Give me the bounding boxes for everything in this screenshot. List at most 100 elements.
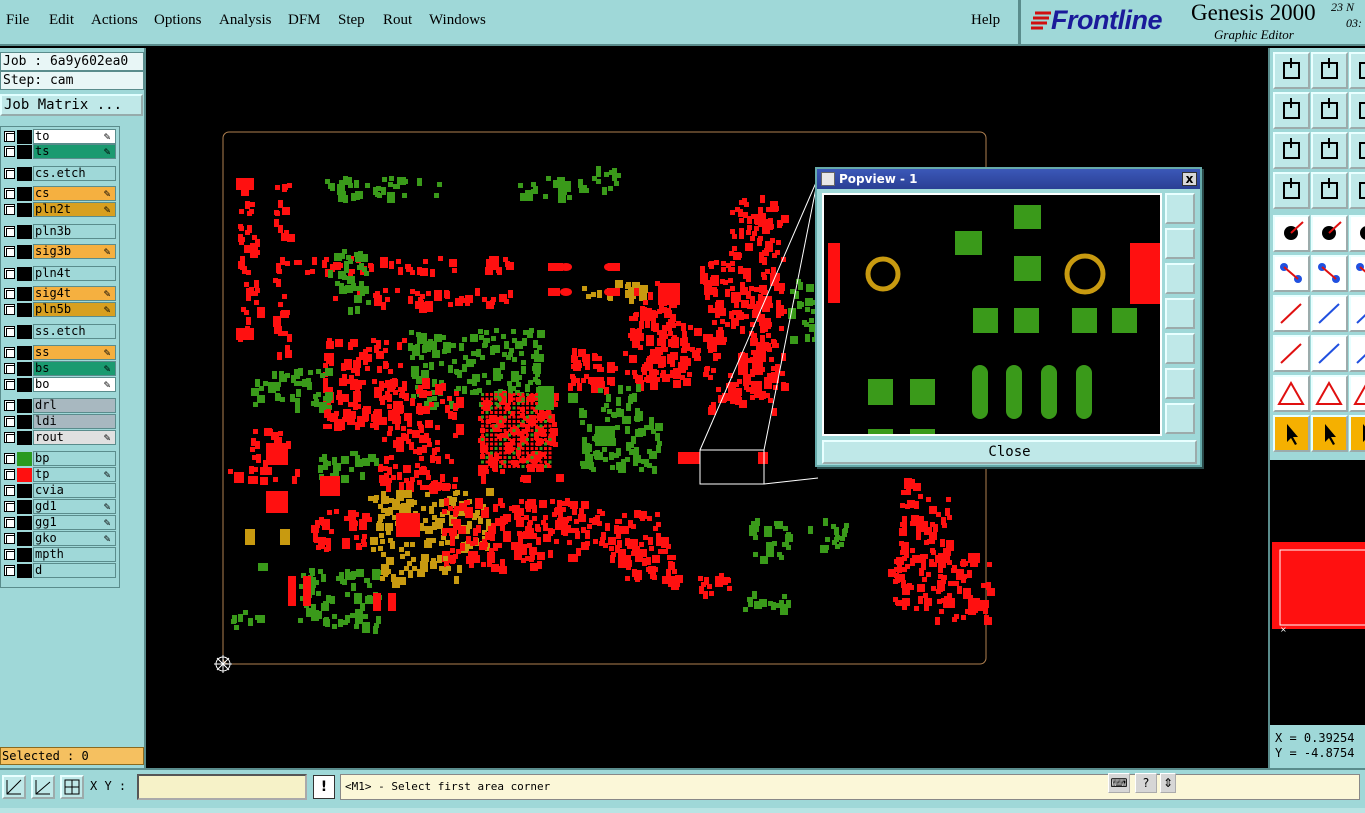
layer-checkbox[interactable]: [4, 347, 15, 358]
layer-row-drl[interactable]: drl: [1, 398, 118, 413]
pv-pan-down-icon[interactable]: [1165, 263, 1195, 294]
layer-checkbox[interactable]: [4, 432, 15, 443]
layer-name[interactable]: d: [33, 563, 116, 578]
layer-checkbox[interactable]: [4, 204, 15, 215]
window-menu-icon[interactable]: [821, 172, 835, 186]
pan-up-icon[interactable]: [1273, 52, 1310, 89]
popview-zoom-view[interactable]: [822, 193, 1162, 436]
layer-checkbox[interactable]: [4, 246, 15, 257]
triangle-2-icon[interactable]: [1311, 375, 1348, 412]
layer-checkbox[interactable]: [4, 501, 15, 512]
layer-checkbox[interactable]: [4, 485, 15, 496]
layer-color-swatch[interactable]: [17, 167, 32, 181]
grid-mode-icon[interactable]: [60, 775, 84, 799]
undo-view-icon[interactable]: [1349, 92, 1365, 129]
layer-checkbox[interactable]: [4, 268, 15, 279]
layer-row-sig3b[interactable]: sig3b ✎: [1, 244, 118, 259]
layer-color-swatch[interactable]: [17, 303, 32, 317]
layer-checkbox[interactable]: [4, 379, 15, 390]
layer-row-rout[interactable]: rout ✎: [1, 430, 118, 445]
tool-g-icon[interactable]: [1349, 335, 1365, 372]
layer-color-swatch[interactable]: [17, 378, 32, 392]
layer-checkbox[interactable]: [4, 549, 15, 560]
layer-checkbox[interactable]: [4, 188, 15, 199]
layer-checkbox[interactable]: [4, 453, 15, 464]
layer-row-ss[interactable]: ss ✎: [1, 345, 118, 360]
layer-color-swatch[interactable]: [17, 500, 32, 514]
layer-name[interactable]: ss.etch: [33, 324, 116, 339]
close-icon[interactable]: x: [1182, 172, 1197, 186]
layer-name[interactable]: ss ✎: [33, 345, 116, 360]
select-arrow-icon[interactable]: [1273, 415, 1310, 452]
layer-color-swatch[interactable]: [17, 225, 32, 239]
layer-name[interactable]: bp: [33, 451, 116, 466]
tool-h-icon[interactable]: [1349, 375, 1365, 412]
layer-name[interactable]: to ✎: [33, 129, 116, 144]
layer-name[interactable]: rout ✎: [33, 430, 116, 445]
menu-dfm[interactable]: DFM: [288, 12, 321, 29]
layer-row-cs[interactable]: cs ✎: [1, 186, 118, 201]
layer-color-swatch[interactable]: [17, 468, 32, 482]
layer-row-bs[interactable]: bs ✎: [1, 361, 118, 376]
layer-row-pln2t[interactable]: pln2t ✎: [1, 202, 118, 217]
layer-name[interactable]: pln5b ✎: [33, 302, 116, 317]
menu-analysis[interactable]: Analysis: [219, 12, 272, 29]
pv-pan-up-icon[interactable]: [1165, 228, 1195, 259]
zoom-fit-icon[interactable]: [1311, 132, 1348, 169]
menu-edit[interactable]: Edit: [49, 12, 74, 29]
job-matrix-button[interactable]: Job Matrix ...: [0, 94, 143, 116]
overview-map[interactable]: ×: [1268, 460, 1365, 725]
keyboard-icon[interactable]: ⌨: [1108, 773, 1130, 793]
layer-checkbox[interactable]: [4, 416, 15, 427]
layer-checkbox[interactable]: [4, 469, 15, 480]
layer-color-swatch[interactable]: [17, 431, 32, 445]
layer-color-swatch[interactable]: [17, 346, 32, 360]
line-2-icon[interactable]: [1311, 295, 1348, 332]
layer-name[interactable]: pln4t: [33, 266, 116, 281]
layer-checkbox[interactable]: [4, 533, 15, 544]
snap-center-icon[interactable]: [1273, 215, 1310, 252]
layer-row-gg1[interactable]: gg1 ✎: [1, 515, 118, 530]
layer-row-bo[interactable]: bo ✎: [1, 377, 118, 392]
layer-name[interactable]: bo ✎: [33, 377, 116, 392]
layer-row-ss-etch[interactable]: ss.etch: [1, 324, 118, 339]
layer-row-sig4t[interactable]: sig4t ✎: [1, 286, 118, 301]
layer-row-cvia[interactable]: cvia: [1, 483, 118, 498]
layer-row-gko[interactable]: gko ✎: [1, 531, 118, 546]
tool-c-icon[interactable]: [1349, 172, 1365, 209]
layer-checkbox[interactable]: [4, 226, 15, 237]
pv-zoom-out-icon[interactable]: [1165, 403, 1195, 434]
triangle-icon[interactable]: [1273, 375, 1310, 412]
angle-mode-icon[interactable]: [31, 775, 55, 799]
layer-checkbox[interactable]: [4, 326, 15, 337]
layer-color-swatch[interactable]: [17, 362, 32, 376]
layer-row-ldi[interactable]: ldi: [1, 414, 118, 429]
xy-input[interactable]: [137, 774, 307, 800]
help-icon[interactable]: ?: [1135, 773, 1157, 793]
layer-checkbox[interactable]: [4, 131, 15, 142]
layer-name[interactable]: pln3b: [33, 224, 116, 239]
layer-color-swatch[interactable]: [17, 287, 32, 301]
pan-left-icon[interactable]: [1273, 92, 1310, 129]
layer-name[interactable]: gko ✎: [33, 531, 116, 546]
tool-b-icon[interactable]: [1349, 132, 1365, 169]
layer-checkbox[interactable]: [4, 304, 15, 315]
layer-name[interactable]: ldi: [33, 414, 116, 429]
pv-pan-left-icon[interactable]: [1165, 298, 1195, 329]
layer-color-swatch[interactable]: [17, 548, 32, 562]
layer-color-swatch[interactable]: [17, 325, 32, 339]
pv-pan-right-icon[interactable]: [1165, 333, 1195, 364]
layer-row-gd1[interactable]: gd1 ✎: [1, 499, 118, 514]
layer-color-swatch[interactable]: [17, 532, 32, 546]
layer-row-pln5b[interactable]: pln5b ✎: [1, 302, 118, 317]
layer-color-swatch[interactable]: [17, 130, 32, 144]
pv-zoom-in-icon[interactable]: [1165, 368, 1195, 399]
menu-step[interactable]: Step: [338, 12, 365, 29]
layer-color-swatch[interactable]: [17, 516, 32, 530]
layer-checkbox[interactable]: [4, 363, 15, 374]
select-arrow-2-icon[interactable]: [1311, 415, 1348, 452]
point-icon[interactable]: [1273, 335, 1310, 372]
layer-name[interactable]: ts ✎: [33, 144, 116, 159]
grid-icon[interactable]: [1311, 172, 1348, 209]
measure-icon[interactable]: [1273, 172, 1310, 209]
